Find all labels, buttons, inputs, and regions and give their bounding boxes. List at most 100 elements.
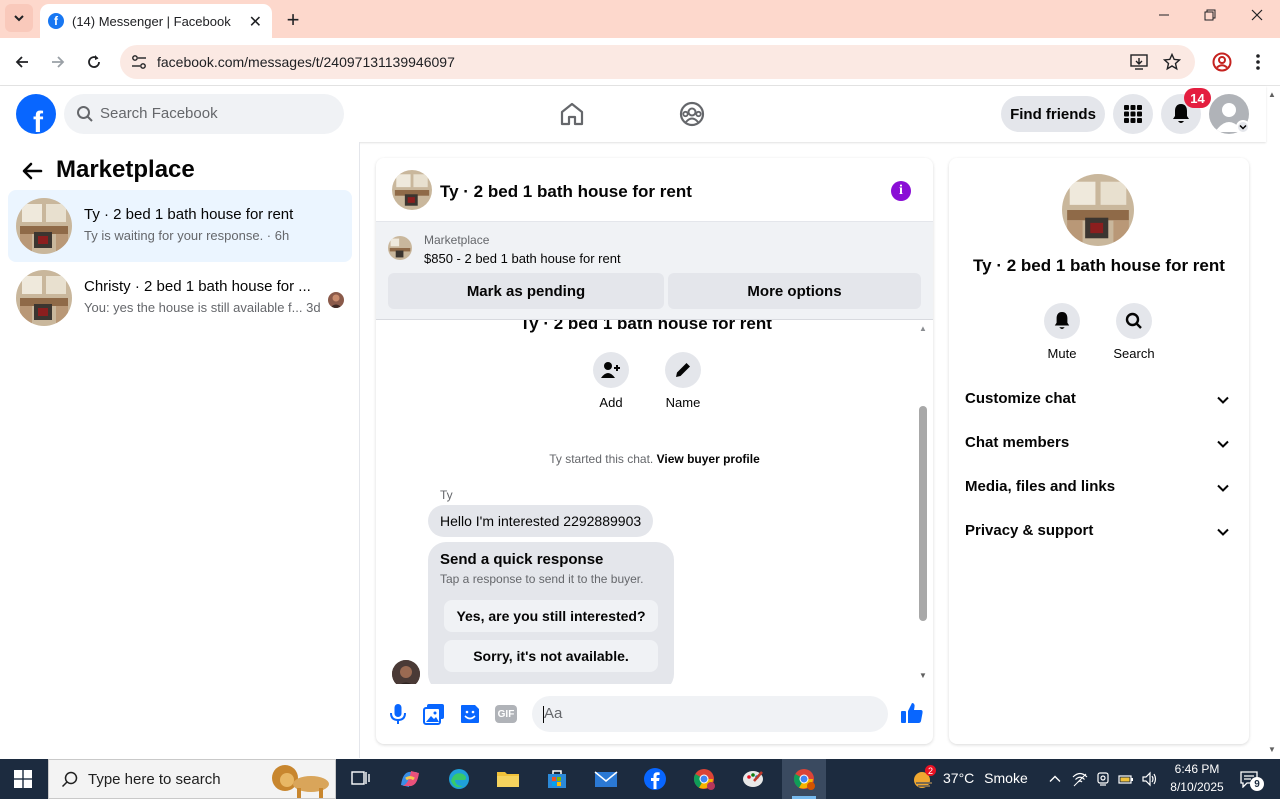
thread-scrollbar[interactable]: ▲ ▼ <box>917 324 929 680</box>
chat-avatar[interactable] <box>392 170 432 210</box>
mail-icon[interactable] <box>593 767 619 791</box>
privacy-support-section[interactable]: Privacy & support <box>957 510 1241 554</box>
restore-icon[interactable] <box>1198 8 1222 26</box>
mute-button[interactable]: Mute <box>1032 303 1092 361</box>
info-panel-name: Ty · 2 bed 1 bath house for rent <box>973 256 1225 275</box>
conversation-item-christy[interactable]: Christy · 2 bed 1 bath house for ... You… <box>8 262 352 334</box>
mark-as-pending-button[interactable]: Mark as pending <box>388 273 664 309</box>
minimize-icon[interactable] <box>1152 8 1176 26</box>
clock-date[interactable]: 8/10/2025 <box>1166 780 1228 794</box>
quick-response-subtitle: Tap a response to send it to the buyer. <box>440 572 644 586</box>
section-label: Privacy & support <box>965 522 1094 539</box>
customize-chat-section[interactable]: Customize chat <box>957 378 1241 422</box>
chrome-active-app-button[interactable] <box>782 759 826 799</box>
sticker-icon[interactable] <box>459 703 481 725</box>
microphone-icon[interactable] <box>387 703 409 725</box>
search-in-chat-button[interactable]: Search <box>1104 303 1164 361</box>
show-hidden-icons-chevron-icon[interactable] <box>1047 771 1063 787</box>
paint-app-icon[interactable] <box>740 767 766 791</box>
close-tab-icon[interactable]: ✕ <box>249 12 262 32</box>
bookmark-star-icon[interactable] <box>1163 53 1181 71</box>
listing-avatar[interactable] <box>1062 174 1134 246</box>
browser-toolbar: facebook.com/messages/t/2409713113994609… <box>0 38 1280 86</box>
started-text: Ty started this chat. <box>549 452 654 466</box>
page-scroll-down-arrow-icon[interactable]: ▼ <box>1268 745 1276 754</box>
message-thread[interactable]: Ty · 2 bed 1 bath house for rent Add Nam… <box>376 320 933 684</box>
browser-menu-icon[interactable] <box>1250 52 1266 72</box>
chevron-down-icon <box>1217 528 1229 536</box>
new-tab-button[interactable]: + <box>282 7 304 33</box>
media-files-links-section[interactable]: Media, files and links <box>957 466 1241 510</box>
message-input[interactable]: Aa <box>532 696 888 732</box>
profile-account-icon[interactable] <box>1212 52 1232 72</box>
photo-gallery-icon[interactable] <box>423 703 445 725</box>
grid-menu-icon <box>1124 105 1142 123</box>
edge-browser-icon[interactable] <box>446 767 472 791</box>
quick-reply-not-available-button[interactable]: Sorry, it's not available. <box>444 640 658 672</box>
groups-icon[interactable] <box>678 100 706 128</box>
taskbar-search-input[interactable]: Type here to search <box>48 759 336 799</box>
scroll-up-arrow-icon[interactable]: ▲ <box>917 324 929 333</box>
thread-title: Ty · 2 bed 1 bath house for rent <box>520 320 772 333</box>
edit-name-button[interactable]: Name <box>653 352 713 410</box>
sender-avatar[interactable] <box>392 660 420 684</box>
address-bar[interactable]: facebook.com/messages/t/2409713113994609… <box>120 45 1195 79</box>
chevron-down-icon <box>1217 440 1229 448</box>
network-icon[interactable] <box>1072 771 1088 787</box>
conversation-item-ty[interactable]: Ty · 2 bed 1 bath house for rent Ty is w… <box>8 190 352 262</box>
camera-privacy-icon[interactable] <box>1095 771 1111 787</box>
mute-label: Mute <box>1047 346 1077 361</box>
thumbs-up-icon[interactable] <box>900 701 924 725</box>
battery-icon[interactable] <box>1118 771 1134 787</box>
find-friends-button[interactable]: Find friends <box>1001 96 1105 132</box>
file-explorer-icon[interactable] <box>495 767 521 791</box>
section-label: Customize chat <box>965 390 1076 407</box>
message-bubble[interactable]: Hello I'm interested 2292889903 <box>428 505 654 537</box>
account-chevron-icon[interactable] <box>1236 120 1250 134</box>
volume-icon[interactable] <box>1142 771 1158 787</box>
info-icon[interactable]: i <box>891 181 911 201</box>
menu-button[interactable] <box>1113 94 1153 134</box>
tab-title: (14) Messenger | Facebook <box>72 13 231 29</box>
facebook-search-input[interactable]: Search Facebook <box>64 94 344 134</box>
add-people-button[interactable]: Add <box>581 352 641 410</box>
browser-tab[interactable]: f (14) Messenger | Facebook ✕ <box>40 4 272 38</box>
facebook-app-icon[interactable] <box>642 767 668 791</box>
clock-time[interactable]: 6:46 PM <box>1173 762 1221 776</box>
back-button[interactable] <box>10 50 34 74</box>
back-arrow-icon[interactable] <box>20 159 44 183</box>
chat-title[interactable]: Ty · 2 bed 1 bath house for rent <box>440 182 692 202</box>
scrollbar-thumb[interactable] <box>919 406 927 621</box>
reload-icon <box>88 55 100 68</box>
reload-button[interactable] <box>82 50 106 74</box>
facebook-logo-icon[interactable]: f <box>16 94 56 134</box>
seen-avatar <box>328 292 344 308</box>
site-info-icon[interactable] <box>130 53 148 71</box>
chrome-icon[interactable] <box>691 767 717 791</box>
conversation-preview: Ty is waiting for your response. · 6h <box>84 228 290 243</box>
quick-reply-still-interested-button[interactable]: Yes, are you still interested? <box>444 600 658 632</box>
page-scroll-up-arrow-icon[interactable]: ▲ <box>1268 90 1276 99</box>
gif-icon[interactable]: GIF <box>495 705 517 723</box>
weather-text[interactable]: 37°C Smoke <box>943 770 1028 786</box>
view-buyer-profile-link[interactable]: View buyer profile <box>657 452 760 466</box>
install-app-icon[interactable] <box>1130 53 1148 71</box>
close-window-icon[interactable] <box>1245 8 1269 26</box>
chevron-down-icon <box>14 15 24 22</box>
scroll-down-arrow-icon[interactable]: ▼ <box>917 671 929 680</box>
listing-thumbnail[interactable] <box>388 236 412 260</box>
home-icon[interactable] <box>558 100 586 128</box>
forward-button[interactable] <box>46 50 70 74</box>
more-options-button[interactable]: More options <box>668 273 921 309</box>
listing-title[interactable]: $850 - 2 bed 1 bath house for rent <box>424 251 621 266</box>
chat-members-section[interactable]: Chat members <box>957 422 1241 466</box>
weather-temperature: 37°C <box>943 770 975 786</box>
windows-start-icon[interactable] <box>14 770 32 788</box>
task-view-icon[interactable] <box>348 767 374 791</box>
bell-icon <box>1054 312 1070 330</box>
notification-count-badge: 9 <box>1250 777 1264 791</box>
message-composer: GIF Aa <box>376 684 933 744</box>
copilot-icon[interactable] <box>397 767 423 791</box>
tab-search-button[interactable] <box>5 4 33 32</box>
microsoft-store-icon[interactable] <box>544 767 570 791</box>
